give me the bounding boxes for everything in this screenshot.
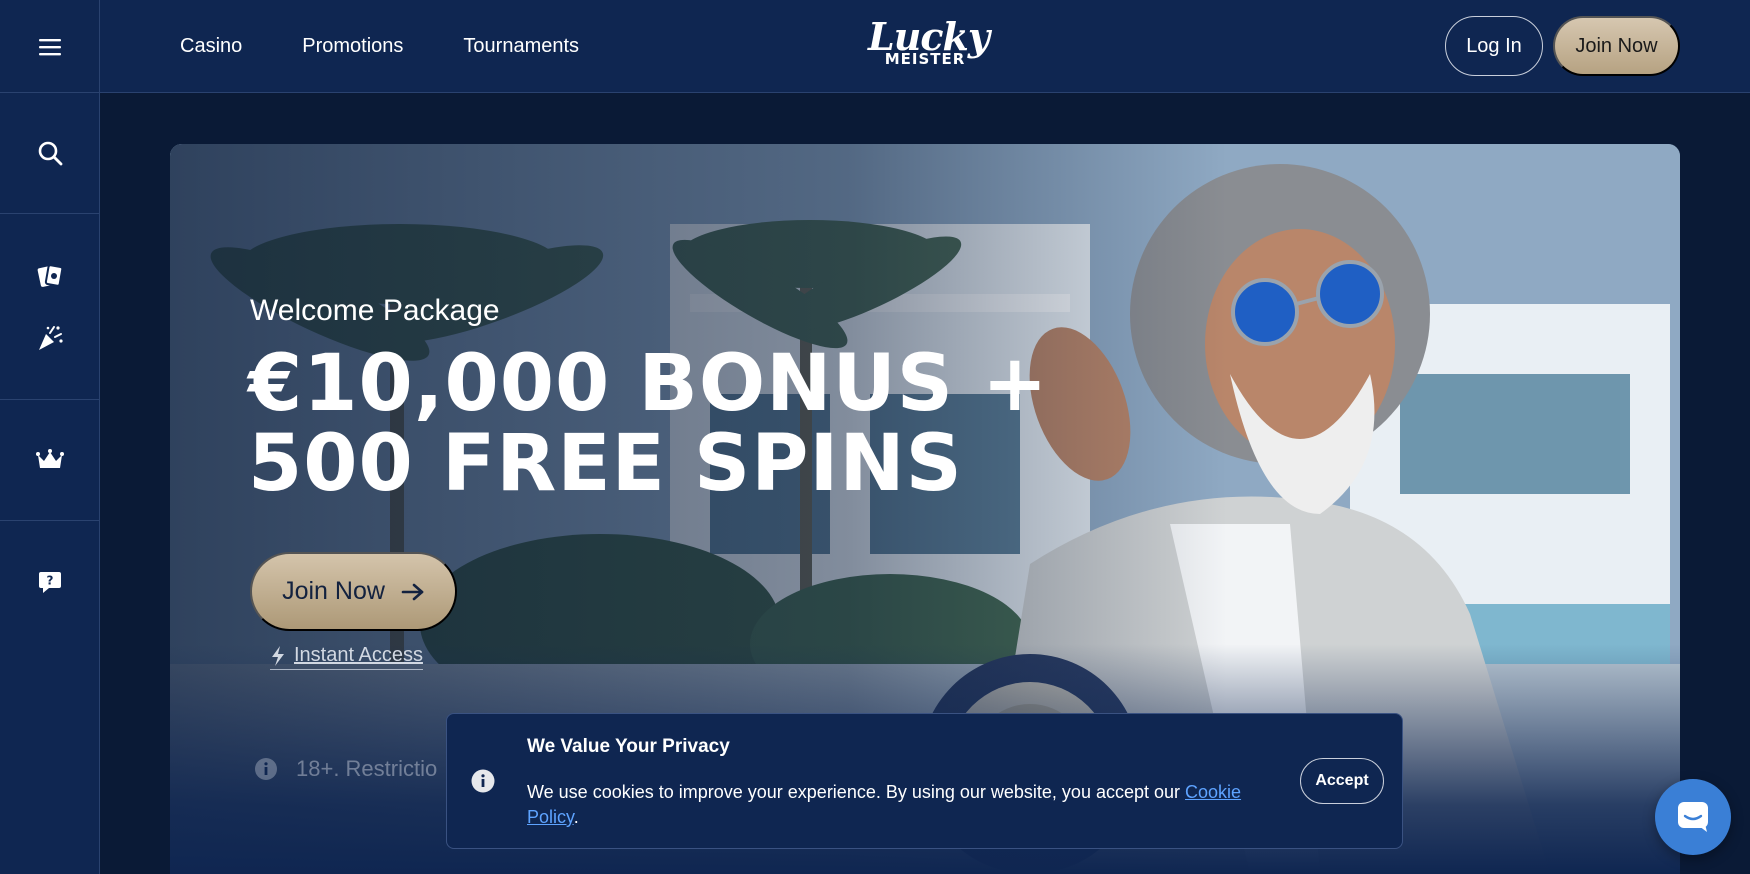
main-nav: Casino Promotions Tournaments: [180, 0, 579, 93]
sidebar: ?: [0, 93, 100, 874]
arrow-right-icon: [401, 583, 424, 600]
confetti-icon: [38, 325, 63, 350]
sidebar-group-vip: [0, 400, 99, 521]
cookie-message: We use cookies to improve your experienc…: [527, 780, 1247, 830]
restrictions-notice: 18+. Restrictio: [254, 756, 437, 782]
menu-button[interactable]: [0, 0, 100, 93]
login-button[interactable]: Log In: [1445, 16, 1543, 76]
welcome-package-label: Welcome Package: [250, 294, 500, 327]
logo-text-meister: MEISTER: [884, 50, 966, 68]
cookie-banner: We Value Your Privacy We use cookies to …: [446, 713, 1403, 849]
sidebar-promotions-button[interactable]: [30, 318, 70, 358]
sidebar-group-search: [0, 93, 99, 214]
accept-cookies-button[interactable]: Accept: [1300, 758, 1384, 804]
bonus-headline: €10,000 BONUS + 500 FREE SPINS: [248, 344, 1048, 504]
svg-text:?: ?: [46, 573, 53, 587]
instant-access-label: Instant Access: [294, 644, 423, 666]
chat-launcher-button[interactable]: [1655, 779, 1731, 855]
sidebar-group-games: [0, 214, 99, 400]
headline-line-2: 500 FREE SPINS: [248, 419, 963, 509]
sidebar-help-button[interactable]: ?: [30, 562, 70, 602]
cookie-message-end: .: [573, 807, 579, 827]
sidebar-casino-button[interactable]: [30, 256, 70, 296]
join-now-button-hero[interactable]: Join Now: [250, 552, 457, 631]
cookie-title: We Value Your Privacy: [527, 736, 730, 757]
restrictions-text: 18+. Restrictio: [296, 756, 438, 781]
help-chat-icon: ?: [38, 571, 61, 593]
cards-icon: [37, 263, 63, 287]
hamburger-menu-icon: [38, 38, 61, 55]
instant-access-link[interactable]: Instant Access: [270, 644, 423, 670]
sidebar-search-button[interactable]: [30, 133, 70, 173]
join-now-label: Join Now: [282, 577, 385, 605]
sidebar-vip-button[interactable]: [30, 440, 70, 480]
nav-tournaments[interactable]: Tournaments: [463, 35, 579, 58]
cookie-message-text: We use cookies to improve your experienc…: [527, 782, 1186, 802]
sidebar-group-help: ?: [0, 521, 99, 642]
crown-icon: [35, 449, 64, 468]
nav-casino[interactable]: Casino: [180, 35, 242, 58]
top-bar: Casino Promotions Tournaments Lucky MEIS…: [0, 0, 1750, 93]
site-logo[interactable]: Lucky MEISTER: [868, 18, 990, 74]
nav-promotions[interactable]: Promotions: [302, 35, 403, 58]
lightning-icon: [272, 645, 284, 666]
headline-line-1: €10,000 BONUS +: [248, 339, 1049, 429]
info-icon-faded: [255, 758, 277, 780]
search-icon: [38, 141, 62, 166]
info-icon: [471, 769, 495, 793]
join-now-button-header[interactable]: Join Now: [1553, 16, 1680, 76]
chat-icon: [1678, 802, 1708, 832]
